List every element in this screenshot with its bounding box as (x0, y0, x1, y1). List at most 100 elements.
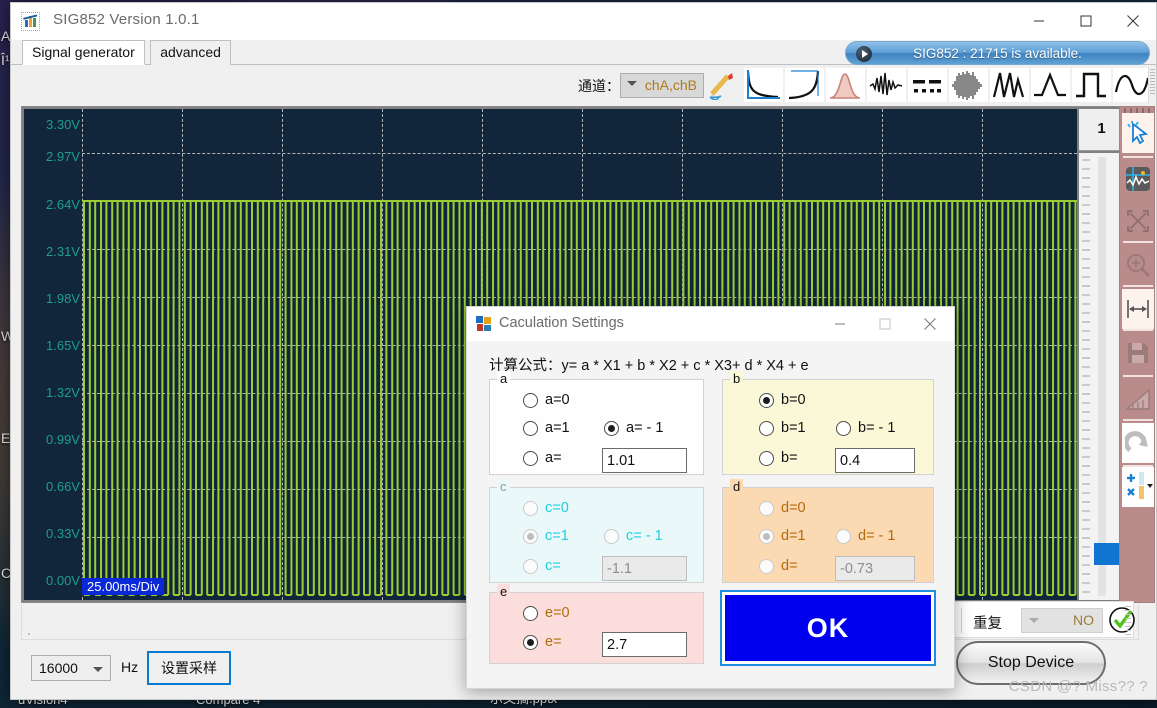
exp-rise-wave-button[interactable] (784, 67, 825, 103)
close-icon[interactable] (907, 307, 952, 340)
input-a-value[interactable]: 1.01 (602, 448, 687, 473)
dialog-titlebar: Caculation Settings (467, 307, 954, 341)
radio-b-minus-one[interactable]: b= - 1 (836, 420, 895, 436)
move-resize-icon[interactable] (1122, 201, 1154, 241)
radio-label: b= - 1 (858, 420, 895, 436)
radio-e-custom[interactable]: e= (523, 634, 562, 650)
radio-label: c=0 (545, 500, 569, 516)
sine-wave-button[interactable] (1112, 67, 1153, 103)
zigzag-wave-button[interactable] (989, 67, 1030, 103)
y-axis-label: 0.99V (46, 432, 80, 447)
radio-dot (759, 559, 774, 574)
pointer-select-icon[interactable] (1122, 113, 1154, 153)
radio-dot (523, 559, 538, 574)
radio-dot (759, 393, 774, 408)
save-disk-icon[interactable] (1122, 333, 1154, 373)
radio-label: c= (545, 558, 561, 574)
repeat-rail-grip[interactable] (1125, 606, 1131, 635)
radio-label: a= (545, 450, 562, 466)
tool-rail (1119, 106, 1155, 603)
sample-rate-value: 16000 (39, 660, 78, 676)
sample-rate-row: 16000 Hz 设置采样 (21, 648, 381, 698)
repeat-label: 重复 (973, 612, 1002, 633)
main-application-window: SIG852 Version 1.0.1 Signal generator ad… (10, 2, 1157, 700)
radio-b-zero[interactable]: b=0 (759, 392, 806, 408)
radio-e-zero[interactable]: e=0 (523, 605, 570, 621)
tab-advanced[interactable]: advanced (150, 40, 231, 65)
radio-label: b=1 (781, 420, 806, 436)
radio-dot (604, 421, 619, 436)
radio-dot (523, 529, 538, 544)
radio-c-custom: c= (523, 558, 561, 574)
waveform-marker-icon[interactable] (1122, 159, 1154, 199)
set-sample-button[interactable]: 设置采样 (147, 651, 231, 685)
input-e-value[interactable]: 2.7 (602, 632, 687, 657)
group-e: e e=0 e= 2.7 (489, 592, 704, 664)
repeat-value: NO (1073, 612, 1094, 628)
minimize-icon[interactable] (1016, 3, 1062, 39)
redo-arrow-icon[interactable] (1122, 423, 1154, 463)
radio-label: d=0 (781, 500, 806, 516)
input-b-value[interactable]: 0.4 (835, 448, 915, 473)
toolbar-scroll-grip[interactable] (1148, 67, 1156, 103)
y-axis-label: 0.33V (46, 526, 80, 541)
channel-select[interactable]: chA,chB (620, 73, 704, 98)
maximize-icon[interactable] (1063, 3, 1109, 39)
radio-dot (836, 529, 851, 544)
radio-dot (759, 501, 774, 516)
dense-noise-wave-button[interactable] (948, 67, 989, 103)
radio-dot (523, 393, 538, 408)
close-icon[interactable] (1110, 3, 1156, 39)
green-check-icon[interactable] (1107, 605, 1137, 635)
dashed-dc-wave-button[interactable] (907, 67, 948, 103)
sample-rate-select[interactable]: 16000 (31, 655, 111, 681)
radio-b-custom[interactable]: b= (759, 450, 798, 466)
group-a-label: a (497, 371, 510, 386)
minimize-icon[interactable] (817, 307, 862, 340)
desktop-label-0: A (1, 28, 10, 44)
exp-decay-wave-button[interactable] (743, 67, 784, 103)
radio-dot (604, 529, 619, 544)
watermark: CSDN @? Miss?? ? (1009, 678, 1148, 695)
radio-a-one[interactable]: a=1 (523, 420, 570, 436)
group-b-label: b (730, 371, 743, 386)
group-b: b b=0 b=1 b= - 1 b= 0.4 (722, 379, 934, 475)
radio-label: a=1 (545, 420, 570, 436)
desktop-label-3: E (1, 430, 10, 446)
tab-signal-generator[interactable]: Signal generator (22, 40, 145, 65)
group-d: d d=0 d=1 d= - 1 d= -0.73 (722, 487, 934, 583)
tab-strip: Signal generator advanced SIG852 : 21715… (11, 40, 1156, 65)
radio-dot (523, 501, 538, 516)
triangle-wave-button[interactable] (1030, 67, 1071, 103)
horizontal-measure-icon[interactable] (1122, 289, 1154, 329)
gaussian-wave-button[interactable] (825, 67, 866, 103)
vertical-scrollbar[interactable] (1079, 153, 1124, 600)
group-a: a a=0 a=1 a= - 1 a= 1.01 (489, 379, 704, 475)
radio-b-one[interactable]: b=1 (759, 420, 806, 436)
ruler-icon[interactable] (1122, 379, 1154, 419)
radio-label: e= (545, 634, 562, 650)
ok-button[interactable]: OK (722, 592, 934, 664)
maximize-icon[interactable] (862, 307, 907, 340)
input-d-value: -0.73 (835, 556, 915, 581)
add-remove-icon[interactable] (1122, 467, 1154, 507)
y-axis-label: 2.97V (46, 149, 80, 164)
status-badge[interactable]: SIG852 : 21715 is available. (845, 41, 1150, 65)
radio-a-custom[interactable]: a= (523, 450, 562, 466)
repeat-select[interactable]: NO (1021, 608, 1103, 633)
radio-dot (523, 635, 538, 650)
zoom-in-icon[interactable] (1122, 245, 1154, 285)
radio-a-zero[interactable]: a=0 (523, 392, 570, 408)
radio-d-minus-one: d= - 1 (836, 528, 895, 544)
chevron-down-icon (1029, 618, 1039, 623)
pencil-edit-icon[interactable] (706, 70, 736, 100)
noise-wave-button[interactable] (866, 67, 907, 103)
scrollbar-position-marker[interactable] (1094, 543, 1120, 565)
radio-label: d= - 1 (858, 528, 895, 544)
desktop-label-1: Î¹ (1, 52, 10, 68)
scrollbar-track[interactable] (1098, 157, 1106, 596)
scrollbar-ticks (1082, 159, 1090, 594)
radio-a-minus-one[interactable]: a= - 1 (604, 420, 663, 436)
y-axis-label: 1.32V (46, 385, 80, 400)
square-wave-button[interactable] (1071, 67, 1112, 103)
